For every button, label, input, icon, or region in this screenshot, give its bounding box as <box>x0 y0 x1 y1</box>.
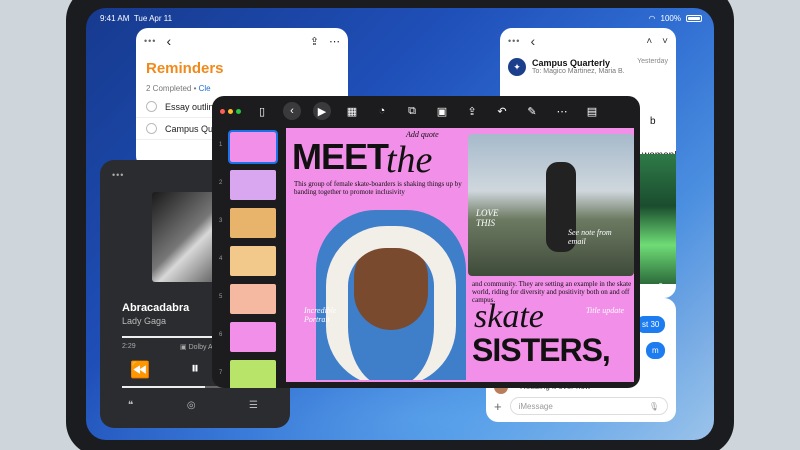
queue-icon[interactable]: ☰ <box>249 400 258 411</box>
pages-editor-window[interactable]: ▯ ‹ ▶ ▦ ◔ ⧉ ▣ ⇪ ↶ ✎ ⋯ ▤ 1 2 3 4 5 6 7 ME… <box>212 96 640 388</box>
skater-photo: LOVE THIS See note from email <box>468 134 634 276</box>
annotation-title-update: Title update <box>586 306 624 315</box>
plus-icon[interactable]: + <box>494 399 502 414</box>
page-thumbnail[interactable]: 7 <box>219 360 276 388</box>
airplay-icon[interactable]: ◎ <box>187 400 196 411</box>
battery-icon <box>686 15 702 22</box>
headline-meet: MEET <box>292 136 389 177</box>
message-bubble: st 30 <box>636 316 666 333</box>
page-thumbnail[interactable]: 5 <box>219 284 276 314</box>
shapes-icon[interactable]: ⧉ <box>403 102 421 120</box>
battery-percent: 100% <box>660 14 681 23</box>
page-thumbnail[interactable]: 1 <box>219 130 278 164</box>
lyrics-icon[interactable]: ❝ <box>128 400 133 411</box>
window-menu-dots[interactable]: ••• <box>144 36 156 46</box>
headline-sisters: SISTERS, <box>472 332 611 368</box>
recipients: To: Magico Martinez, Maria B. <box>532 68 625 75</box>
thumbnail-sidebar: 1 2 3 4 5 6 7 <box>216 128 278 388</box>
ipad-screen: 9:41 AM Tue Apr 11 ◠ 100% ••• ‹ ⇪ ⋯ Remi… <box>86 8 714 440</box>
sidebar-icon[interactable]: ▯ <box>253 102 271 120</box>
page-thumbnail[interactable]: 2 <box>219 170 276 200</box>
chevron-left-icon[interactable]: ‹ <box>166 33 171 49</box>
elapsed-time: 2:29 <box>122 343 136 350</box>
share-icon[interactable]: ⇪ <box>463 102 481 120</box>
headline-skate: skate <box>474 298 544 335</box>
more-icon[interactable]: ⋯ <box>553 102 571 120</box>
status-right: ◠ 100% <box>649 14 702 23</box>
rewind-icon[interactable]: ⏪ <box>130 360 150 380</box>
message-bubble: m <box>646 342 665 359</box>
document-icon[interactable]: ▤ <box>583 102 601 120</box>
song-title: Abracadabra <box>122 302 190 314</box>
share-icon[interactable]: ⇪ <box>310 35 319 48</box>
sender-avatar: ✦ <box>508 58 526 76</box>
lead-paragraph: This group of female skate-boarders is s… <box>294 180 462 196</box>
document-canvas[interactable]: MEET the Add quote This group of female … <box>286 128 634 382</box>
compose-icon[interactable]: ✎ <box>658 282 666 293</box>
artist-name: Lady Gaga <box>122 316 167 326</box>
window-controls[interactable] <box>220 108 241 114</box>
microphone-icon[interactable]: 🎙 <box>649 402 659 411</box>
format-brush-icon[interactable]: ✎ <box>523 102 541 120</box>
completed-count: 2 Completed • Cle <box>146 84 211 93</box>
annotation-quote: Add quote <box>406 130 439 139</box>
mail-snippet-b: b <box>650 116 656 127</box>
sender-name: Campus Quarterly <box>532 58 611 68</box>
media-icon[interactable]: ▣ <box>433 102 451 120</box>
chevron-left-icon[interactable]: ‹ <box>530 33 535 49</box>
page-thumbnail[interactable]: 4 <box>219 246 276 276</box>
undo-icon[interactable]: ↶ <box>493 102 511 120</box>
chevron-up-icon[interactable]: ˄ <box>646 36 652 47</box>
window-menu-dots[interactable]: ••• <box>508 36 520 46</box>
annotation-incredible-portrait: Incredible Portrait <box>304 306 337 324</box>
mail-date: Yesterday <box>637 58 668 65</box>
table-icon[interactable]: ▦ <box>343 102 361 120</box>
more-icon[interactable]: ⋯ <box>329 35 340 48</box>
annotation-see-note: See note from email <box>568 228 612 246</box>
portrait-photo <box>316 210 466 380</box>
status-time: 9:41 AM Tue Apr 11 <box>100 14 173 23</box>
status-bar: 9:41 AM Tue Apr 11 ◠ 100% <box>86 14 714 28</box>
chevron-down-icon[interactable]: ˅ <box>662 36 668 47</box>
wifi-icon: ◠ <box>648 14 656 23</box>
headline-the: the <box>386 139 433 181</box>
imessage-input[interactable]: iMessage 🎙 <box>509 397 668 415</box>
back-icon[interactable]: ‹ <box>283 102 301 120</box>
mail-header: ✦ Campus Quarterly To: Magico Martinez, … <box>500 54 676 80</box>
reminders-title: Reminders <box>146 60 224 77</box>
annotation-love-this: LOVE THIS <box>476 208 499 228</box>
page-thumbnail[interactable]: 6 <box>219 322 276 352</box>
editor-toolbar: ▯ ‹ ▶ ▦ ◔ ⧉ ▣ ⇪ ↶ ✎ ⋯ ▤ <box>212 96 640 126</box>
checkbox[interactable] <box>146 101 157 112</box>
chart-icon[interactable]: ◔ <box>373 102 391 120</box>
pause-icon[interactable]: ⏸ <box>191 360 199 380</box>
checkbox[interactable] <box>146 123 157 134</box>
clear-link[interactable]: Cle <box>199 84 211 93</box>
page-thumbnail[interactable]: 3 <box>219 208 276 238</box>
play-icon[interactable]: ▶ <box>313 102 331 120</box>
window-menu-dots[interactable]: ••• <box>112 170 124 180</box>
mail-photo <box>636 154 676 284</box>
